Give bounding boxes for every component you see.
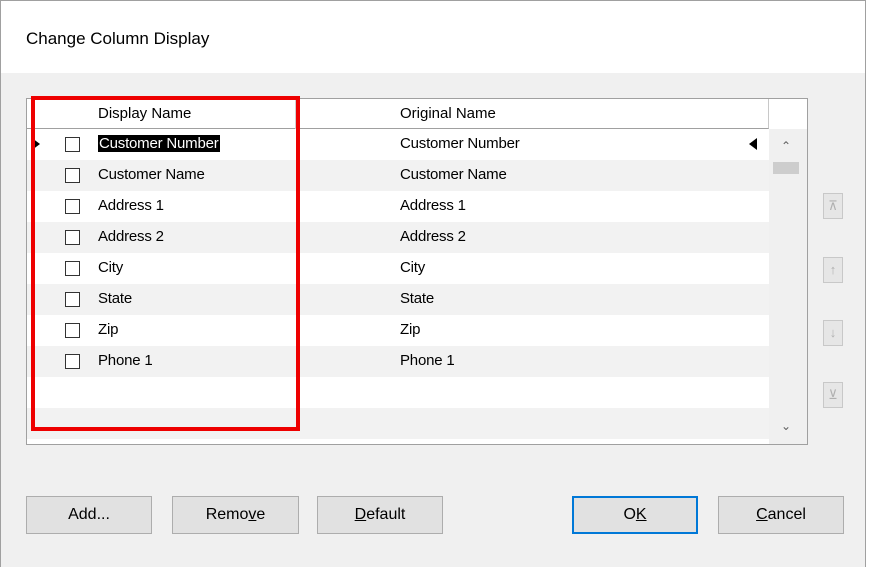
remove-button[interactable]: Remove bbox=[172, 496, 299, 534]
dialog-title: Change Column Display bbox=[26, 29, 210, 48]
original-name-cell: Customer Name bbox=[400, 166, 507, 183]
ok-button[interactable]: OK bbox=[572, 496, 698, 534]
column-header-original-name[interactable]: Original Name bbox=[400, 105, 496, 122]
original-name-cell: Zip bbox=[400, 321, 421, 338]
vertical-scrollbar[interactable]: ⌃ ⌄ bbox=[769, 129, 807, 444]
move-to-top-button[interactable]: ⊼ bbox=[823, 193, 843, 219]
scroll-down-icon[interactable]: ⌄ bbox=[781, 419, 791, 433]
original-name-cell: Phone 1 bbox=[400, 352, 455, 369]
original-name-cell: Address 1 bbox=[400, 197, 466, 214]
move-up-icon: ↑ bbox=[829, 262, 837, 277]
row-end-indicator-icon bbox=[749, 138, 757, 150]
scroll-up-icon[interactable]: ⌃ bbox=[781, 139, 791, 153]
move-down-icon: ↓ bbox=[829, 325, 837, 340]
original-name-cell: Address 2 bbox=[400, 228, 466, 245]
ok-accelerator: K bbox=[635, 506, 647, 523]
move-up-button[interactable]: ↑ bbox=[823, 257, 843, 283]
move-down-button[interactable]: ↓ bbox=[823, 320, 843, 346]
default-label-part: efault bbox=[366, 506, 406, 523]
default-button[interactable]: Default bbox=[317, 496, 443, 534]
original-name-cell: Customer Number bbox=[400, 135, 520, 152]
cancel-button[interactable]: Cancel bbox=[718, 496, 844, 534]
move-to-bottom-button[interactable]: ⊻ bbox=[823, 382, 843, 408]
dialog-header: Change Column Display bbox=[1, 1, 865, 73]
display-name-highlight-box bbox=[31, 96, 300, 431]
add-button-label: Add... bbox=[68, 506, 110, 523]
scrollbar-thumb[interactable] bbox=[773, 162, 799, 174]
cancel-label-part: ancel bbox=[767, 506, 806, 523]
cancel-accelerator: C bbox=[756, 506, 768, 523]
original-name-cell: State bbox=[400, 290, 435, 307]
remove-label-part: Remo bbox=[205, 506, 249, 523]
move-to-top-icon: ⊼ bbox=[828, 198, 838, 213]
add-button[interactable]: Add... bbox=[26, 496, 152, 534]
ok-label-part: O bbox=[623, 506, 636, 523]
original-name-cell: City bbox=[400, 259, 426, 276]
default-accelerator: D bbox=[354, 506, 367, 523]
change-column-display-dialog: Change Column Display Display Name Origi… bbox=[0, 0, 866, 567]
move-to-bottom-icon: ⊻ bbox=[828, 387, 838, 402]
remove-label-part: e bbox=[256, 506, 266, 523]
